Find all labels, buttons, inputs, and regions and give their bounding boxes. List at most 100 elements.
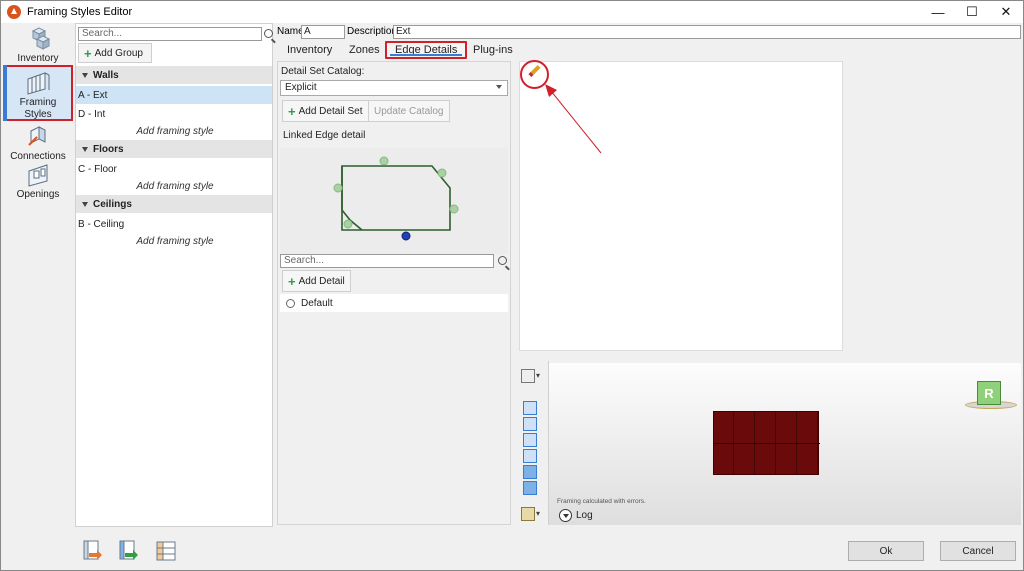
- add-group-button[interactable]: + Add Group: [78, 43, 152, 63]
- description-label: Description: [347, 26, 398, 37]
- window-title: Framing Styles Editor: [27, 6, 133, 18]
- name-input[interactable]: A: [301, 25, 345, 39]
- search-icon[interactable]: [264, 29, 273, 38]
- group-title: Floors: [93, 143, 124, 155]
- nav-item-framing-styles[interactable]: Framing Styles: [3, 65, 73, 121]
- detail-set-catalog-select[interactable]: Explicit: [280, 80, 508, 96]
- edge-outline-diagram: [333, 156, 459, 241]
- tab-inventory[interactable]: Inventory: [287, 41, 332, 59]
- edge-handle-icon: [333, 183, 343, 193]
- tab-edge-details[interactable]: Edge Details: [385, 41, 468, 59]
- name-label: Name: [277, 26, 304, 37]
- detail-set-catalog-value: Explicit: [285, 82, 317, 93]
- view-back-icon[interactable]: [523, 465, 537, 479]
- framing-style-label: C - Floor: [78, 163, 117, 175]
- canvas-side-panel: [843, 61, 1021, 351]
- nav-item-inventory[interactable]: Inventory: [3, 27, 73, 64]
- nav-item-label: Framing Styles: [19, 97, 57, 120]
- export-style-icon[interactable]: [117, 539, 139, 563]
- detail-set-catalog-label: Detail Set Catalog:: [281, 66, 365, 77]
- update-catalog-label: Update Catalog: [374, 105, 444, 117]
- framing-style-item-a-ext[interactable]: A - Ext: [76, 86, 272, 104]
- detail-search-input[interactable]: Search...: [280, 254, 494, 268]
- chevron-down-icon[interactable]: ▾: [536, 371, 540, 380]
- nav-item-label: Openings: [16, 189, 60, 200]
- add-detail-set-button[interactable]: + Add Detail Set: [282, 100, 369, 122]
- plus-icon: +: [288, 273, 296, 289]
- edge-handle-icon: [449, 204, 459, 214]
- close-button[interactable]: ✕: [989, 1, 1023, 23]
- add-framing-style-walls-link[interactable]: Add framing style: [76, 126, 272, 137]
- view-cube-icon[interactable]: R: [977, 381, 1001, 405]
- view-side-icon[interactable]: [523, 433, 537, 447]
- edge-handle-icon: [379, 156, 389, 166]
- nav-item-label: Inventory: [17, 53, 59, 64]
- openings-icon: [28, 164, 48, 187]
- plus-icon: +: [288, 103, 296, 119]
- chevron-down-icon[interactable]: ▾: [536, 509, 540, 518]
- ok-button[interactable]: Ok: [848, 541, 924, 561]
- framing-style-label: D - Int: [78, 108, 106, 120]
- group-header-floors[interactable]: Floors: [76, 140, 272, 158]
- framing-style-item-c-floor[interactable]: C - Floor: [76, 160, 272, 178]
- display-settings-icon[interactable]: [521, 507, 535, 521]
- collapse-triangle-icon[interactable]: [82, 146, 88, 152]
- framing-style-item-b-ceiling[interactable]: B - Ceiling: [76, 215, 272, 233]
- search-icon[interactable]: [498, 256, 507, 265]
- linked-edge-detail-label: Linked Edge detail: [283, 130, 366, 141]
- log-toggle[interactable]: Log: [559, 509, 593, 522]
- inventory-cubes-icon: [31, 27, 51, 50]
- log-label: Log: [576, 510, 593, 521]
- group-header-ceilings[interactable]: Ceilings: [76, 195, 272, 213]
- editor-tabs: Inventory Zones Edge Details Plug-ins: [277, 39, 1021, 59]
- plus-icon: +: [84, 45, 92, 61]
- tab-zones[interactable]: Zones: [349, 41, 380, 59]
- group-search-input[interactable]: Search...: [78, 27, 262, 41]
- view-top-icon[interactable]: [523, 401, 537, 415]
- add-framing-style-floors-link[interactable]: Add framing style: [76, 181, 272, 192]
- expand-log-icon[interactable]: [559, 509, 572, 522]
- framing-style-item-d-int[interactable]: D - Int: [76, 105, 272, 123]
- selected-edge-handle-icon: [401, 231, 411, 241]
- app-logo-icon: [7, 5, 21, 19]
- add-detail-label: Add Detail: [298, 275, 345, 287]
- framing-style-groups-panel: Search... + Add Group Walls A - Ext D - …: [75, 23, 273, 527]
- collapse-triangle-icon[interactable]: [82, 72, 88, 78]
- cancel-button[interactable]: Cancel: [940, 541, 1016, 561]
- add-framing-style-ceilings-link[interactable]: Add framing style: [76, 236, 272, 247]
- linked-edge-detail-preview: [280, 148, 508, 254]
- collapse-triangle-icon[interactable]: [82, 201, 88, 207]
- update-catalog-button[interactable]: Update Catalog: [368, 100, 450, 122]
- framing-wall-icon: [27, 72, 50, 95]
- framing-style-label: B - Ceiling: [78, 218, 125, 230]
- framing-style-label: A - Ext: [78, 89, 108, 101]
- viewer-toolbar: ▾ ▾: [511, 361, 549, 525]
- group-title: Ceilings: [93, 198, 132, 210]
- title-bar: Framing Styles Editor — ☐ ✕: [1, 1, 1023, 23]
- view-iso-icon[interactable]: [523, 449, 537, 463]
- layers-table-icon[interactable]: [155, 539, 177, 563]
- tab-plug-ins[interactable]: Plug-ins: [473, 41, 513, 59]
- add-group-label: Add Group: [94, 47, 143, 59]
- edge-handle-icon: [437, 168, 447, 178]
- view-mode-cube-icon[interactable]: [521, 369, 535, 383]
- nav-item-openings[interactable]: Openings: [3, 163, 73, 200]
- view-front-icon[interactable]: [523, 417, 537, 431]
- radio-button[interactable]: [286, 298, 295, 308]
- group-header-walls[interactable]: Walls: [76, 66, 272, 84]
- detail-option-default[interactable]: Default: [280, 294, 508, 312]
- wall-model-studs: [713, 411, 819, 475]
- edge-handle-icon: [343, 219, 353, 229]
- framing-status-message: Framing calculated with errors.: [557, 498, 646, 505]
- annotation-arrow: [545, 84, 602, 154]
- add-detail-set-label: Add Detail Set: [298, 105, 363, 117]
- import-style-icon[interactable]: [81, 539, 103, 563]
- description-input[interactable]: Ext: [393, 25, 1021, 39]
- minimize-button[interactable]: —: [921, 1, 955, 23]
- add-detail-button[interactable]: + Add Detail: [282, 270, 351, 292]
- maximize-button[interactable]: ☐: [955, 1, 989, 23]
- chevron-down-icon: [496, 85, 502, 89]
- framing-styles-editor-window: Framing Styles Editor — ☐ ✕ Inventory Fr…: [0, 0, 1024, 571]
- view-bottom-icon[interactable]: [523, 481, 537, 495]
- nav-item-connections[interactable]: Connections: [3, 125, 73, 162]
